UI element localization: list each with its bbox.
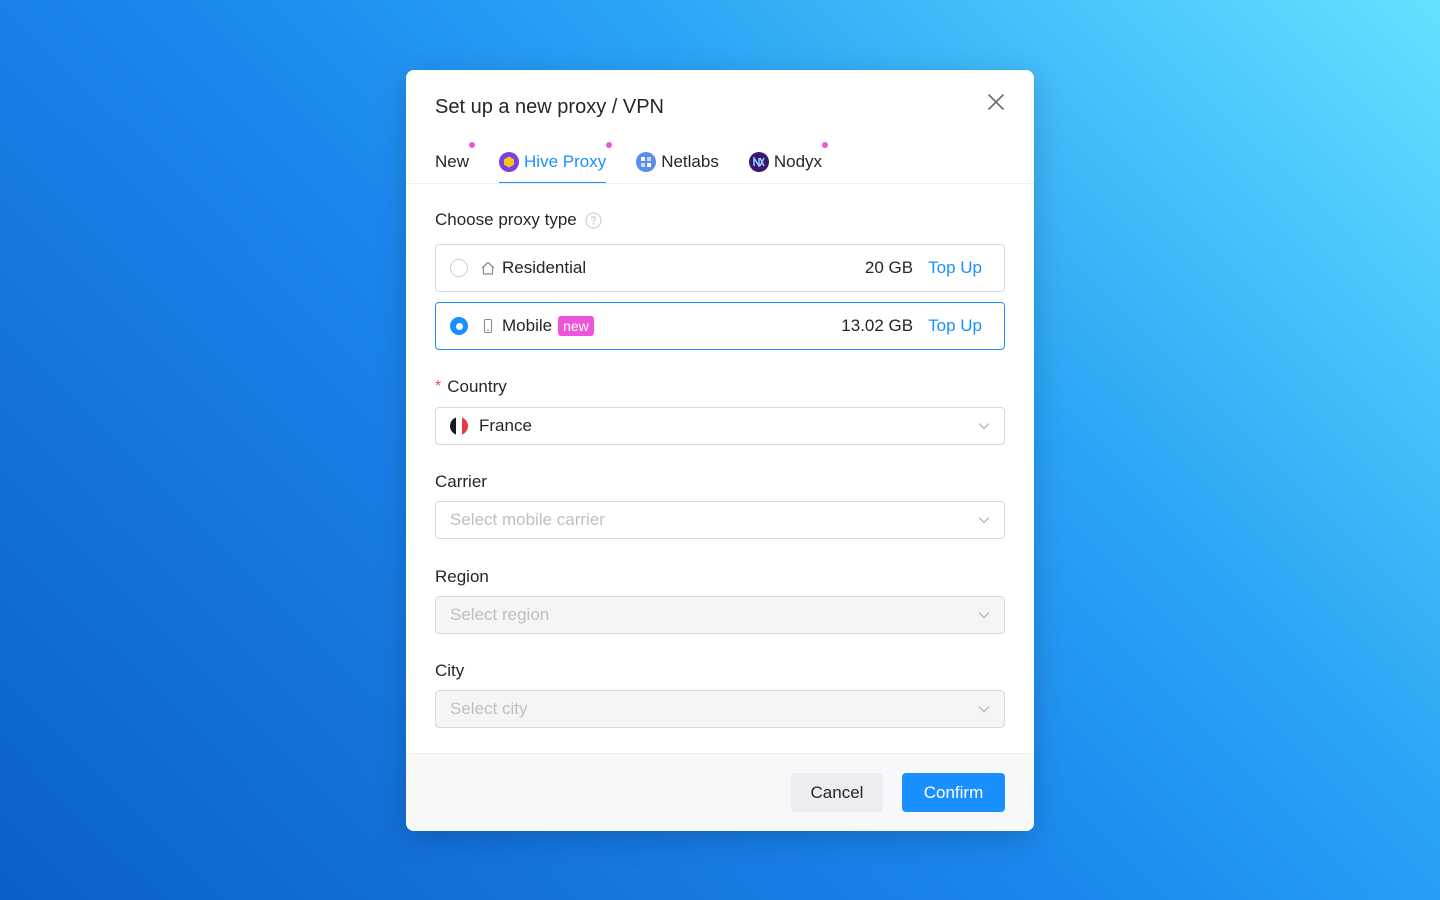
cancel-button[interactable]: Cancel [791, 773, 883, 812]
residential-radio[interactable] [450, 259, 468, 277]
tab-label: Netlabs [661, 152, 719, 171]
tab-label: New [435, 152, 470, 171]
region-label: Region [435, 567, 489, 586]
city-label: City [435, 661, 465, 680]
country-select[interactable]: France [435, 407, 1005, 445]
carrier-label: Carrier [435, 472, 487, 491]
balance-amount: 20 GB [864, 258, 914, 277]
proxy-type-mobile-option[interactable]: Mobile new 13.02 GB Top Up [435, 302, 1005, 350]
question-circle-icon[interactable] [585, 212, 602, 229]
tab-new[interactable]: New [435, 140, 476, 184]
required-mark: * [435, 378, 442, 395]
close-icon [988, 94, 1004, 110]
carrier-placeholder: Select mobile carrier [450, 510, 605, 529]
option-label: Mobile [502, 316, 553, 335]
tabs-divider [406, 183, 1034, 184]
phone-icon [480, 318, 496, 334]
home-icon [480, 260, 496, 276]
proxy-type-label: Choose proxy type [435, 210, 602, 230]
carrier-select[interactable]: Select mobile carrier [435, 501, 1005, 539]
top-up-link[interactable]: Top Up [928, 258, 982, 278]
balance-amount: 13.02 GB [841, 316, 914, 335]
tab-hive-proxy[interactable]: Hive Proxy [499, 140, 613, 184]
country-value: France [479, 416, 532, 435]
chevron-down-icon [978, 422, 990, 430]
country-label-text: Country [447, 377, 507, 396]
notification-dot [606, 142, 613, 148]
chevron-down-icon [978, 611, 990, 619]
tab-netlabs[interactable]: Netlabs [636, 140, 719, 184]
close-button[interactable] [984, 90, 1008, 114]
hive-proxy-logo-icon [499, 152, 520, 172]
region-select: Select region [435, 596, 1005, 634]
proxy-type-label-text: Choose proxy type [435, 210, 577, 229]
top-up-link[interactable]: Top Up [928, 316, 982, 336]
netlabs-logo-icon [636, 152, 657, 172]
city-placeholder: Select city [450, 699, 528, 718]
country-label: * Country [435, 377, 507, 397]
confirm-button[interactable]: Confirm [902, 773, 1005, 812]
tab-label: Nodyx [773, 152, 823, 171]
proxy-type-residential-option[interactable]: Residential 20 GB Top Up [435, 244, 1005, 292]
new-badge: new [558, 316, 594, 336]
modal-title: Set up a new proxy / VPN [435, 96, 665, 118]
chevron-down-icon [978, 516, 990, 524]
chevron-down-icon [978, 705, 990, 713]
city-select: Select city [435, 690, 1005, 728]
region-placeholder: Select region [450, 605, 550, 624]
tab-nodyx[interactable]: Nodyx [748, 140, 829, 184]
option-label: Residential [502, 258, 587, 277]
proxy-setup-modal: Set up a new proxy / VPN New Hive Proxy [406, 70, 1034, 831]
provider-tabs: New Hive Proxy Netlabs Nodyx [435, 140, 852, 184]
tab-label: Hive Proxy [524, 152, 607, 171]
notification-dot [822, 142, 829, 148]
mobile-radio[interactable] [450, 317, 468, 335]
notification-dot [469, 142, 476, 148]
nodyx-logo-icon [748, 152, 769, 172]
france-flag-icon [450, 417, 468, 435]
modal-footer: Cancel Confirm [406, 753, 1034, 831]
